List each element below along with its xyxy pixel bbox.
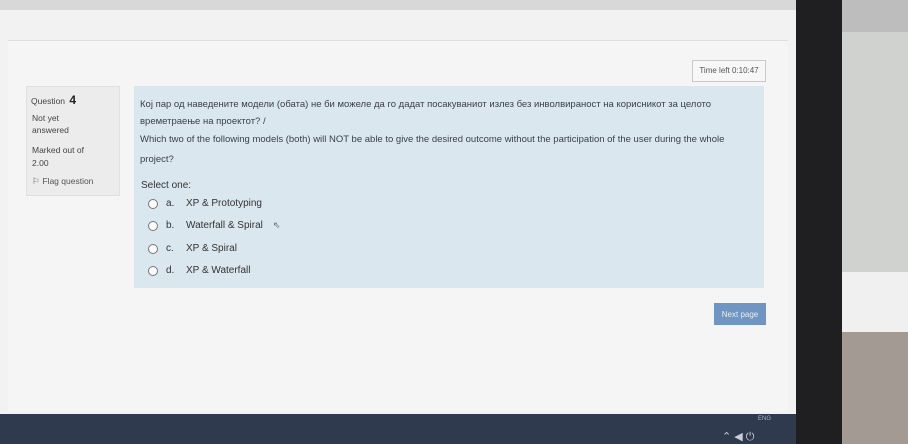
question-text-english: Which two of the following models (both)… [140, 130, 760, 170]
flag-question-link[interactable]: ⚐ Flag question [32, 176, 93, 187]
language-indicator[interactable]: ENG [758, 416, 771, 422]
power-icon[interactable]: ⏻ [746, 431, 758, 443]
marked-line-2: 2.00 [32, 158, 49, 168]
flag-icon: ⚐ [32, 176, 40, 186]
answer-option-b[interactable]: b. Waterfall & Spiral ⇖ [148, 220, 280, 231]
network-icon[interactable]: ⌃ [722, 431, 734, 443]
radio-button[interactable] [148, 243, 158, 254]
monitor-top-edge [0, 0, 908, 10]
background-wall [842, 32, 908, 302]
answer-option-c[interactable]: c. XP & Spiral [148, 243, 237, 254]
answer-option-d[interactable]: d. XP & Waterfall [148, 265, 250, 276]
state-line-2: answered [32, 125, 69, 135]
tray-icons: ⌃◀⏻ [722, 430, 757, 444]
background-desk [842, 332, 908, 444]
question-state: Not yet answered [32, 112, 69, 136]
monitor-bezel [796, 0, 842, 444]
option-text: XP & Waterfall [186, 265, 251, 276]
radio-button[interactable] [148, 198, 158, 209]
question-mk-line-2: времетраење на проектот? / [140, 116, 266, 127]
question-grade: Marked out of 2.00 [32, 144, 84, 170]
question-label: Question [31, 96, 66, 106]
question-text-macedonian: Кој пар од наведените модели (обата) не … [140, 96, 760, 130]
option-letter: d. [166, 265, 175, 276]
question-mk-line-1: Кој пар од наведените модели (обата) не … [140, 99, 712, 110]
state-line-1: Not yet [32, 113, 59, 123]
flag-question-label: Flag question [42, 176, 94, 186]
time-left-timer: Time left 0:10:47 [692, 60, 766, 82]
question-en-line-1: Which two of the following models (both)… [140, 134, 725, 145]
question-card: Кој пар од наведените модели (обата) не … [134, 86, 764, 288]
question-info-block: Question 4 Not yet answered Marked out o… [26, 86, 120, 196]
mouse-cursor-icon: ⇖ [272, 220, 281, 230]
radio-button[interactable] [148, 220, 158, 231]
next-page-button[interactable]: Next page [714, 303, 766, 325]
question-en-line-2: project? [140, 154, 174, 165]
radio-button[interactable] [148, 265, 158, 276]
option-letter: a. [166, 198, 175, 209]
option-letter: b. [166, 220, 175, 231]
question-number: Question 4 [31, 93, 76, 107]
option-letter: c. [166, 243, 174, 254]
option-text: XP & Spiral [186, 243, 237, 254]
option-text: XP & Prototyping [186, 198, 262, 209]
volume-icon[interactable]: ◀ [734, 431, 745, 443]
answer-option-a[interactable]: a. XP & Prototyping [148, 198, 262, 209]
background-room [842, 0, 908, 444]
taskbar: ENG ⌃◀⏻ [0, 414, 796, 444]
select-one-label: Select one: [141, 180, 192, 191]
marked-line-1: Marked out of [32, 145, 84, 155]
question-number-value: 4 [69, 93, 77, 107]
option-text: Waterfall & Spiral [186, 220, 263, 231]
background-printer [842, 272, 908, 332]
